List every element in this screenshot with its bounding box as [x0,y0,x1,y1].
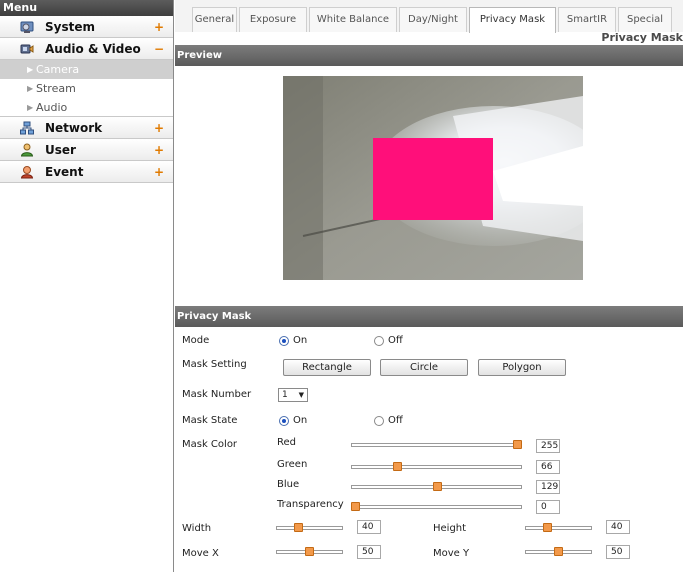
sidebar-menu: Menu System + Audio & Video − ▶ Camera ▶… [0,0,174,572]
mask-color-label: Mask Color [182,439,238,450]
tab-exposure[interactable]: Exposure [239,7,307,32]
green-value-input[interactable]: 66 [536,460,560,474]
green-slider-track[interactable] [351,465,522,469]
sidebar-subitem-label: Stream [36,82,76,95]
width-slider-track[interactable] [276,526,343,530]
arrow-right-icon: ▶ [27,84,34,93]
camera-feed-image [283,76,583,280]
tab-general[interactable]: General [192,7,237,32]
height-label: Height [433,523,467,534]
sidebar-subitem-label: Camera [36,63,80,76]
expand-icon: + [153,165,164,179]
privacy-mask-header: Privacy Mask [175,306,683,327]
audio-video-icon [20,44,34,54]
move-y-label: Move Y [433,548,470,559]
blue-label: Blue [277,479,300,490]
sidebar-subitem-camera[interactable]: ▶ Camera [0,60,173,79]
transparency-slider-track[interactable] [351,505,522,509]
collapse-icon: − [153,42,164,56]
preview-header: Preview [175,45,683,66]
move-x-slider-thumb[interactable] [305,547,314,556]
transparency-label: Transparency [277,499,344,510]
tab-special[interactable]: Special [618,7,672,32]
mask-state-off-label: Off [388,415,403,426]
mask-number-value: 1 [282,390,288,400]
tab-privacy-mask[interactable]: Privacy Mask [469,7,556,33]
sidebar-item-label: Network [45,121,103,135]
mask-setting-label: Mask Setting [182,359,247,370]
mode-label: Mode [182,335,210,346]
mode-on-radio[interactable] [279,336,289,346]
mask-state-label: Mask State [182,415,238,426]
rectangle-button[interactable]: Rectangle [283,359,371,376]
event-icon [20,166,34,179]
circle-button[interactable]: Circle [380,359,468,376]
mode-on-label: On [293,335,308,346]
sidebar-item-audio-video[interactable]: Audio & Video − [0,38,173,60]
tab-white-balance[interactable]: White Balance [309,7,397,32]
tab-bar: General Exposure White Balance Day/Night… [175,0,683,33]
polygon-button[interactable]: Polygon [478,359,566,376]
height-slider-track[interactable] [525,526,592,530]
menu-header: Menu [0,0,173,16]
mode-off-radio[interactable] [374,336,384,346]
height-slider-thumb[interactable] [542,523,552,532]
width-slider-thumb[interactable] [293,523,303,532]
red-value-input[interactable]: 255 [536,439,560,453]
mask-state-on-radio[interactable] [279,416,289,426]
expand-icon: + [153,121,164,135]
move-y-slider-thumb[interactable] [554,547,563,556]
sidebar-subitem-label: Audio [36,101,68,114]
tab-day-night[interactable]: Day/Night [399,7,467,32]
mask-state-off-radio[interactable] [374,416,384,426]
privacy-mask-area [373,138,493,220]
network-icon [20,121,34,135]
transparency-slider-thumb[interactable] [351,502,360,511]
mask-number-label: Mask Number [182,389,252,400]
sidebar-item-system[interactable]: System + [0,16,173,38]
arrow-right-icon: ▶ [27,65,34,74]
red-slider-track[interactable] [351,443,522,447]
green-slider-thumb[interactable] [392,462,402,471]
green-label: Green [277,459,308,470]
expand-icon: + [153,143,164,157]
sidebar-subitem-audio[interactable]: ▶ Audio [0,98,173,117]
transparency-value-input[interactable]: 0 [536,500,560,514]
camera-preview[interactable] [283,76,583,280]
page-title: Privacy Mask [601,31,683,44]
sidebar-item-label: User [45,143,76,157]
user-icon [20,143,34,157]
chevron-down-icon: ▼ [298,391,304,399]
sidebar-item-label: Event [45,165,84,179]
height-value-input[interactable]: 40 [606,520,630,534]
sidebar-item-label: System [45,20,95,34]
expand-icon: + [153,20,164,34]
mask-state-on-label: On [293,415,308,426]
sidebar-subitem-stream[interactable]: ▶ Stream [0,79,173,98]
sidebar-item-network[interactable]: Network + [0,117,173,139]
move-x-value-input[interactable]: 50 [357,545,381,559]
width-value-input[interactable]: 40 [357,520,381,534]
tab-smartir[interactable]: SmartIR [558,7,616,32]
move-y-value-input[interactable]: 50 [606,545,630,559]
blue-value-input[interactable]: 129 [536,480,560,494]
mode-off-label: Off [388,335,403,346]
arrow-right-icon: ▶ [27,103,34,112]
mask-number-select[interactable]: 1 ▼ [278,388,308,402]
sidebar-item-event[interactable]: Event + [0,161,173,183]
move-x-label: Move X [182,548,219,559]
width-label: Width [182,523,212,534]
sidebar-item-label: Audio & Video [45,42,141,56]
red-slider-thumb[interactable] [513,440,522,449]
main-panel: General Exposure White Balance Day/Night… [175,0,683,572]
system-icon [20,21,34,33]
blue-slider-thumb[interactable] [432,482,442,491]
red-label: Red [277,437,296,448]
sidebar-item-user[interactable]: User + [0,139,173,161]
